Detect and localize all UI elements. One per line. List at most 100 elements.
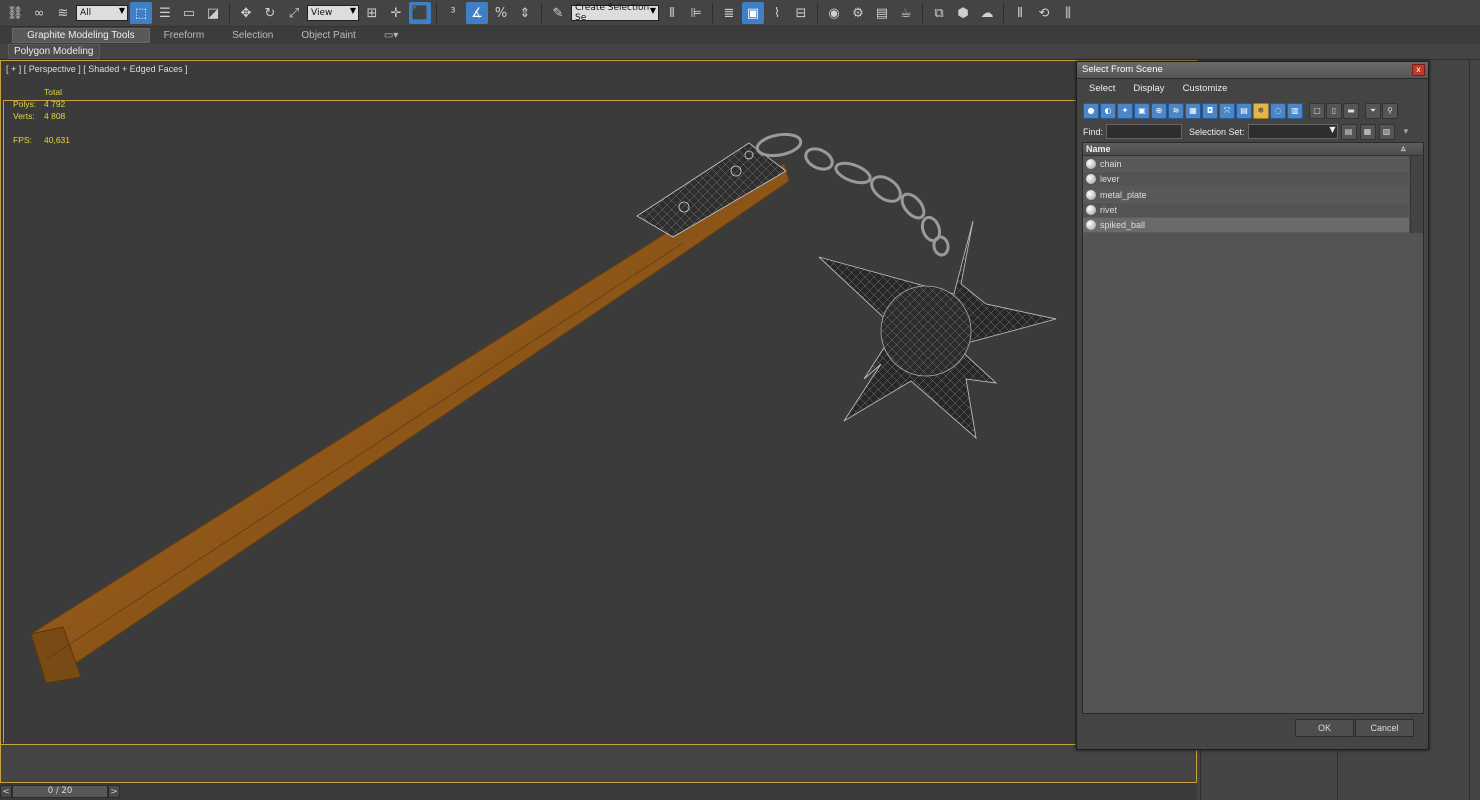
list-item-label: lever bbox=[1100, 174, 1120, 184]
list-item-label: rivet bbox=[1100, 205, 1118, 215]
list-item-label: metal_plate bbox=[1100, 190, 1147, 200]
expand-options-icon[interactable]: ▾ bbox=[1404, 127, 1409, 137]
create-selection-set-icon[interactable]: ▤ bbox=[1340, 123, 1357, 140]
ok-button[interactable]: OK bbox=[1295, 719, 1354, 737]
display-geometry-icon[interactable]: ● bbox=[1083, 103, 1099, 119]
rectangular-selection-icon[interactable]: ▭ bbox=[178, 2, 200, 24]
reference-coordinate-dropdown[interactable]: View ▼ bbox=[307, 5, 359, 21]
display-bones-icon[interactable]: ⤧ bbox=[1219, 103, 1235, 119]
selection-filter-value: All bbox=[80, 8, 92, 18]
time-slider-prev-button[interactable]: < bbox=[0, 785, 12, 798]
list-item[interactable]: metal_plate bbox=[1083, 188, 1409, 203]
dialog-titlebar[interactable]: Select From Scene x bbox=[1077, 62, 1428, 79]
curve-editor-icon[interactable]: ⌇ bbox=[766, 2, 788, 24]
rotate-icon[interactable]: ↻ bbox=[259, 2, 281, 24]
link-icon[interactable]: ⛓ bbox=[4, 2, 26, 24]
mirror-icon[interactable]: ⫴ bbox=[661, 2, 683, 24]
display-all-icon[interactable]: ▥ bbox=[1287, 103, 1303, 119]
display-hidden-icon[interactable]: ◌ bbox=[1270, 103, 1286, 119]
angle-snap-icon[interactable]: ∡ bbox=[466, 2, 488, 24]
list-scrollbar[interactable] bbox=[1410, 156, 1423, 233]
keyboard-shortcut-override-icon[interactable]: ⬛ bbox=[409, 2, 431, 24]
schematic-view-icon[interactable]: ⊟ bbox=[790, 2, 812, 24]
list-item[interactable]: lever bbox=[1083, 172, 1409, 187]
tab-freeform[interactable]: Freeform bbox=[150, 29, 219, 42]
spinner-snap-icon[interactable]: ⇕ bbox=[514, 2, 536, 24]
display-space-warps-icon[interactable]: ≋ bbox=[1168, 103, 1184, 119]
ribbon-options-icon[interactable]: ▭▾ bbox=[370, 29, 412, 42]
display-shapes-icon[interactable]: ◐ bbox=[1100, 103, 1116, 119]
scale-icon[interactable]: ⤢ bbox=[283, 2, 305, 24]
bind-space-warp-icon[interactable]: ≋ bbox=[52, 2, 74, 24]
find-input[interactable] bbox=[1106, 124, 1183, 139]
display-cameras-icon[interactable]: ▣ bbox=[1134, 103, 1150, 119]
remove-selection-set-icon[interactable]: ▦ bbox=[1359, 123, 1376, 140]
layer-manager-icon[interactable]: ≣ bbox=[718, 2, 740, 24]
chevron-down-icon: ▼ bbox=[649, 6, 656, 15]
track-bar[interactable] bbox=[0, 745, 1197, 783]
display-lights-icon[interactable]: ✦ bbox=[1117, 103, 1133, 119]
tab-object-paint[interactable]: Object Paint bbox=[287, 29, 369, 42]
menu-customize[interactable]: Customize bbox=[1175, 82, 1236, 98]
move-icon[interactable]: ✥ bbox=[235, 2, 257, 24]
animation-layers-icon[interactable]: ⫼ bbox=[1057, 2, 1079, 24]
menu-select[interactable]: Select bbox=[1081, 82, 1123, 98]
display-containers-icon[interactable]: ▤ bbox=[1236, 103, 1252, 119]
invert-display-icon[interactable]: ▯ bbox=[1326, 103, 1342, 119]
asset-tracking-icon[interactable]: ⬢ bbox=[952, 2, 974, 24]
time-slider-thumb[interactable]: 0 / 20 bbox=[12, 785, 108, 798]
material-editor-icon[interactable]: ◉ bbox=[823, 2, 845, 24]
filter-settings-icon[interactable]: ⚲ bbox=[1382, 103, 1398, 119]
scene-converter-icon[interactable]: ⧉ bbox=[928, 2, 950, 24]
geometry-object-icon bbox=[1086, 174, 1096, 184]
find-label: Find: bbox=[1083, 126, 1104, 137]
display-frozen-icon[interactable]: ❄ bbox=[1253, 103, 1269, 119]
select-manipulate-icon[interactable]: ✛ bbox=[385, 2, 407, 24]
select-by-name-icon[interactable]: ☰ bbox=[154, 2, 176, 24]
list-item[interactable]: rivet bbox=[1083, 203, 1409, 218]
filter-icon[interactable]: ⏷ bbox=[1365, 103, 1381, 119]
cancel-button[interactable]: Cancel bbox=[1355, 719, 1414, 737]
polys-label: Polys: bbox=[13, 99, 37, 109]
selection-set-dropdown[interactable]: ▼ bbox=[1247, 124, 1338, 139]
animation-key-icon[interactable]: ⟲ bbox=[1033, 2, 1055, 24]
polygon-modeling-panel[interactable]: Polygon Modeling bbox=[8, 44, 100, 59]
tab-graphite-modeling-tools[interactable]: Graphite Modeling Tools bbox=[12, 28, 150, 43]
display-groups-icon[interactable]: ▦ bbox=[1185, 103, 1201, 119]
align-icon[interactable]: ⊫ bbox=[685, 2, 707, 24]
time-slider: < 0 / 20 > bbox=[0, 783, 1197, 800]
selection-filter-dropdown[interactable]: All ▼ bbox=[76, 5, 128, 21]
lever-shaft bbox=[30, 163, 790, 684]
select-all-icon[interactable]: ▬ bbox=[1343, 103, 1359, 119]
percent-snap-icon[interactable]: % bbox=[490, 2, 512, 24]
window-crossing-icon[interactable]: ◪ bbox=[202, 2, 224, 24]
display-none-icon[interactable]: ▢ bbox=[1309, 103, 1325, 119]
add-to-selection-set-icon[interactable]: ▧ bbox=[1378, 123, 1395, 140]
named-selection-sets-dropdown[interactable]: Create Selection Se ▼ bbox=[571, 3, 659, 23]
geometry-object-icon bbox=[1086, 159, 1096, 169]
select-object-icon[interactable]: ⬚ bbox=[130, 2, 152, 24]
tab-selection[interactable]: Selection bbox=[218, 29, 287, 42]
close-button[interactable]: x bbox=[1412, 64, 1425, 76]
menu-display[interactable]: Display bbox=[1125, 82, 1172, 98]
graphite-toggle-icon[interactable]: ▣ bbox=[742, 2, 764, 24]
divider bbox=[712, 3, 713, 23]
snaps-toggle-icon[interactable]: ³ bbox=[442, 2, 464, 24]
pivot-center-icon[interactable]: ⊞ bbox=[361, 2, 383, 24]
list-header[interactable]: Name ▵ bbox=[1083, 143, 1423, 156]
perspective-viewport[interactable]: [ + ] [ Perspective ] [ Shaded + Edged F… bbox=[0, 60, 1197, 745]
unlink-icon[interactable]: ∞ bbox=[28, 2, 50, 24]
viewport-label[interactable]: [ + ] [ Perspective ] [ Shaded + Edged F… bbox=[6, 64, 188, 74]
render-in-cloud-icon[interactable]: ☁ bbox=[976, 2, 998, 24]
list-item[interactable]: spiked_ball bbox=[1083, 218, 1409, 233]
rendered-frame-icon[interactable]: ▤ bbox=[871, 2, 893, 24]
fps-value: 40,631 bbox=[44, 135, 70, 145]
animation-tools-icon[interactable]: ⦀ bbox=[1009, 2, 1031, 24]
edit-named-selection-icon[interactable]: ✎ bbox=[547, 2, 569, 24]
render-production-icon[interactable]: ☕ bbox=[895, 2, 917, 24]
render-setup-icon[interactable]: ⚙ bbox=[847, 2, 869, 24]
time-slider-next-button[interactable]: > bbox=[108, 785, 120, 798]
display-xrefs-icon[interactable]: ◘ bbox=[1202, 103, 1218, 119]
display-helpers-icon[interactable]: ⊕ bbox=[1151, 103, 1167, 119]
list-item[interactable]: chain bbox=[1083, 157, 1409, 172]
